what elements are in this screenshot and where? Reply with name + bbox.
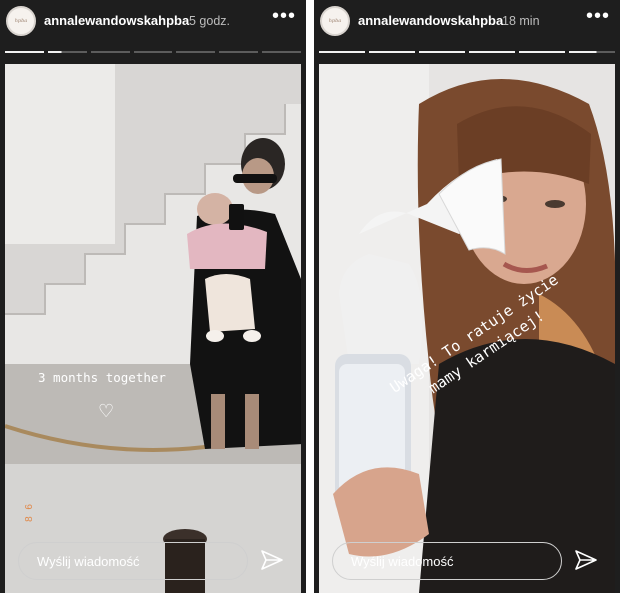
avatar-mark: hpba — [328, 18, 342, 24]
avatar[interactable]: healthyplanbyannhpba — [320, 6, 350, 36]
progress-bars — [5, 51, 302, 53]
progress-bar — [219, 51, 259, 53]
story-photo — [5, 64, 301, 593]
progress-bars — [319, 51, 615, 53]
post-time: 18 min — [502, 14, 540, 28]
progress-bar — [469, 51, 515, 53]
progress-bar — [519, 51, 565, 53]
heart-icon: ♡ — [98, 401, 115, 421]
progress-bar — [5, 51, 44, 53]
send-icon[interactable] — [574, 549, 598, 571]
progress-bar — [90, 51, 130, 53]
reply-input[interactable]: Wyślij wiadomość — [18, 542, 248, 580]
progress-bar — [569, 51, 615, 53]
progress-bar — [47, 51, 87, 53]
side-text: 8 6 — [24, 502, 35, 522]
progress-bar — [319, 51, 365, 53]
progress-bar — [262, 51, 302, 53]
username[interactable]: annalewandowskahpba — [358, 13, 503, 28]
reply-input[interactable]: Wyślij wiadomość — [332, 542, 562, 580]
story-caption: 3 months together — [38, 370, 166, 385]
more-options-icon[interactable]: ••• — [586, 6, 610, 26]
avatar-mark: hpba — [14, 18, 28, 24]
progress-bar — [369, 51, 415, 53]
post-time: 5 godz. — [189, 14, 231, 28]
send-icon[interactable] — [260, 549, 284, 571]
username[interactable]: annalewandowskahpba — [44, 13, 189, 28]
more-options-icon[interactable]: ••• — [272, 6, 296, 26]
progress-bar — [176, 51, 216, 53]
story-header: healthyplanbyannhpba annalewandowskahpba… — [0, 0, 306, 56]
story-panel-1[interactable]: healthyplanbyannhpba annalewandowskahpba… — [0, 0, 306, 593]
mirror-selfie-image — [5, 64, 301, 593]
progress-bar — [133, 51, 173, 53]
story-header: healthyplanbyannhpba annalewandowskahpba… — [314, 0, 620, 56]
avatar[interactable]: healthyplanbyannhpba — [6, 6, 36, 36]
story-panel-2[interactable]: healthyplanbyannhpba annalewandowskahpba… — [314, 0, 620, 593]
progress-bar — [419, 51, 465, 53]
